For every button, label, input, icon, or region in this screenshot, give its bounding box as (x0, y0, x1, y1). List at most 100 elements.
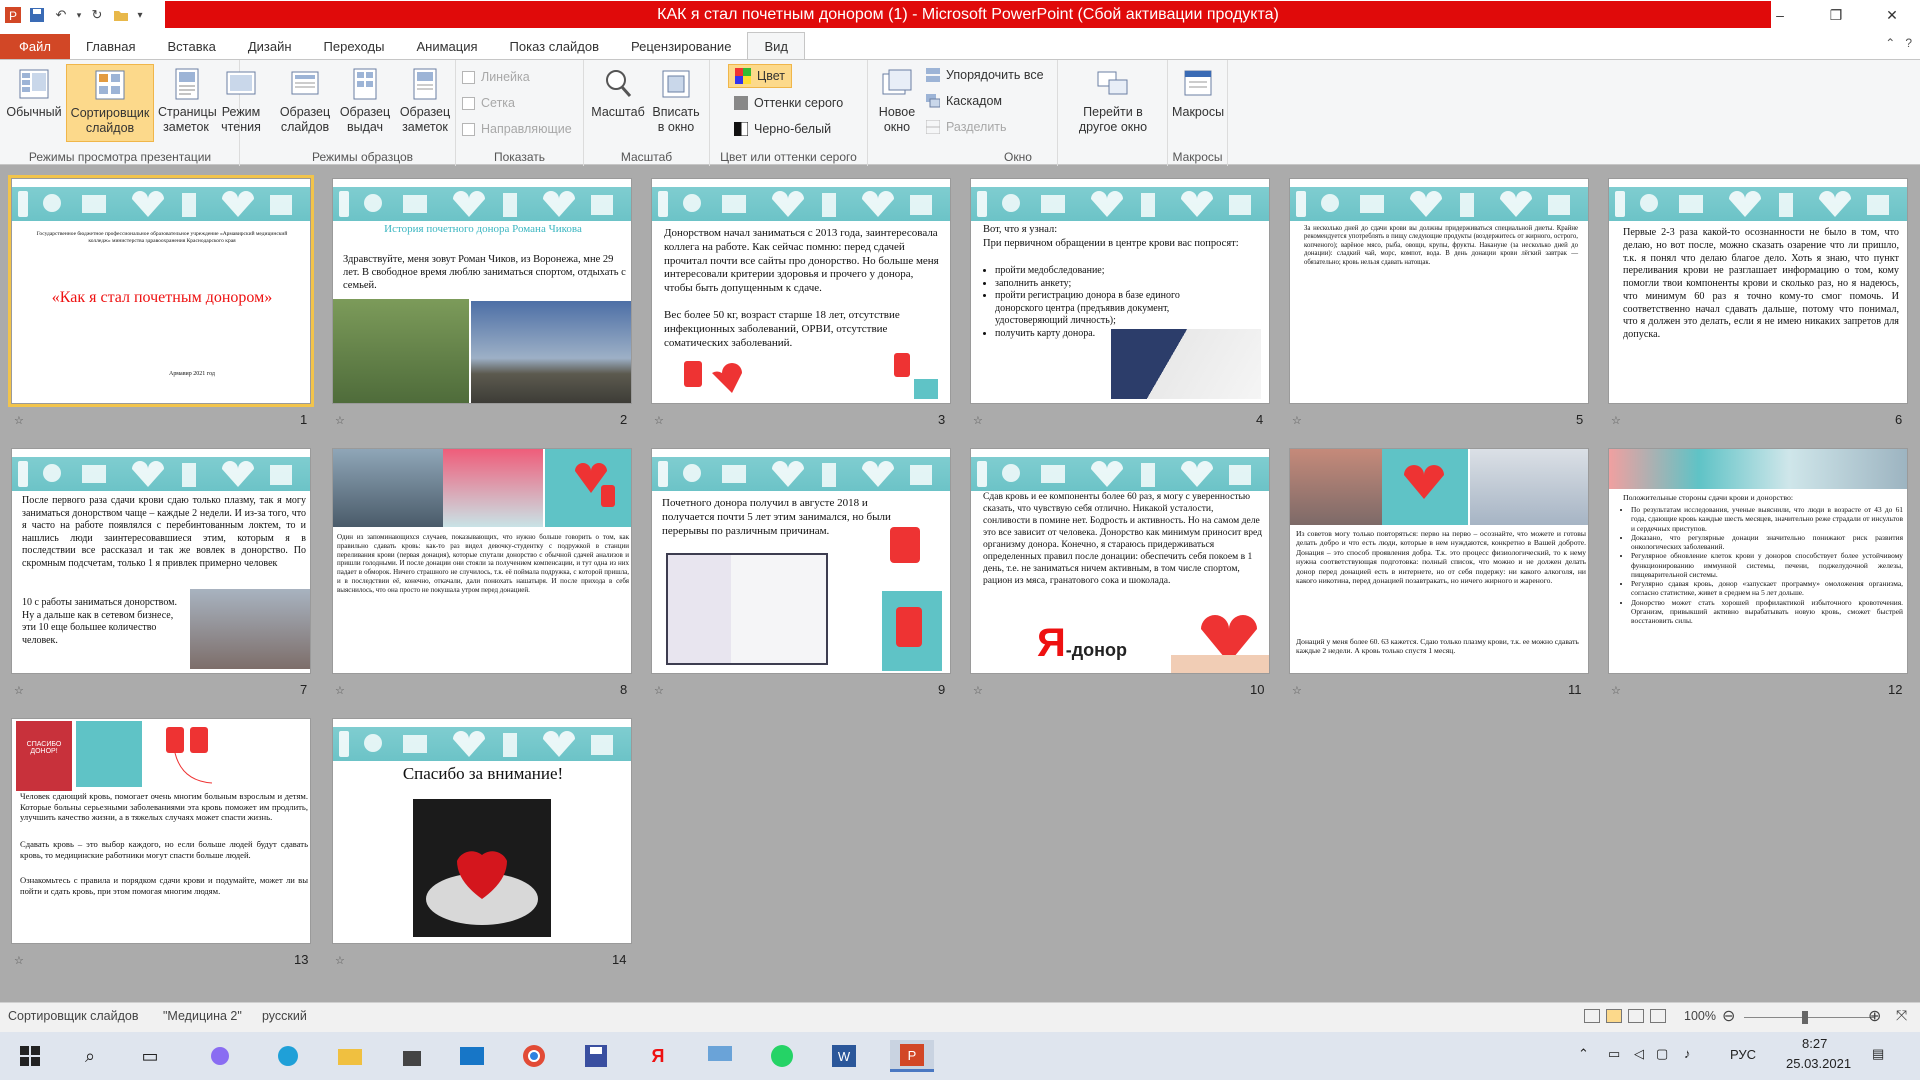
chrome-icon[interactable] (518, 1040, 550, 1072)
slide-thumbnail-12[interactable]: Положительные стороны сдачи крови и доно… (1608, 448, 1908, 674)
tab-transitions[interactable]: Переходы (308, 34, 401, 60)
slide-thumbnail-3[interactable]: Донорством начал заниматься с 2013 года,… (651, 178, 951, 404)
slide-master-button[interactable]: Образец слайдов (276, 64, 334, 142)
undo-icon[interactable]: ↶ (50, 4, 72, 26)
fit-to-window-button[interactable]: Вписать в окно (648, 64, 704, 142)
slide-9-transition-icon: ☆ (654, 685, 664, 697)
save-app-icon[interactable] (580, 1040, 612, 1072)
tray-network-icon[interactable]: ▭ (1608, 1046, 1620, 1062)
clock-time[interactable]: 8:27 (1802, 1036, 1827, 1051)
task-view-icon[interactable]: ▭ (134, 1040, 166, 1072)
slide-thumbnail-8[interactable]: Один из запоминающихся случаев, показыва… (332, 448, 632, 674)
help-icon[interactable]: ? (1905, 36, 1912, 50)
tray-expand-icon[interactable]: ⌃ (1578, 1046, 1589, 1062)
clock-date[interactable]: 25.03.2021 (1786, 1056, 1851, 1071)
zoom-out-icon[interactable]: ⊖ (1722, 1006, 1735, 1026)
grayscale-button[interactable]: Оттенки серого (734, 92, 843, 114)
tab-animation[interactable]: Анимация (401, 34, 494, 60)
powerpoint-taskbar-icon[interactable]: P (890, 1040, 934, 1072)
medical-banner-art (658, 191, 932, 217)
macros-button[interactable]: Макросы (1170, 64, 1226, 142)
black-white-button[interactable]: Черно-белый (734, 118, 831, 140)
close-button[interactable]: ✕ (1864, 0, 1920, 30)
notes-page-button[interactable]: Страницы заметок (156, 64, 217, 142)
slide-thumbnail-9[interactable]: Почетного донора получил в августе 2018 … (651, 448, 951, 674)
guides-checkbox[interactable]: Направляющие (462, 118, 572, 140)
tray-speaker-icon[interactable]: ♪ (1684, 1046, 1691, 1061)
switch-window-button[interactable]: Перейти в другое окно (1068, 64, 1158, 142)
mail-icon[interactable] (456, 1040, 488, 1072)
minimize-button[interactable]: – (1752, 0, 1808, 30)
maximize-button[interactable]: ❐ (1808, 0, 1864, 30)
new-window-button[interactable]: Новое окно (874, 64, 920, 142)
slide-thumbnail-13[interactable]: СПАСИБО ДОНОР! Человек сдающий кровь, по… (11, 718, 311, 944)
input-language[interactable]: РУС (1730, 1047, 1756, 1062)
slide-thumbnail-10[interactable]: Сдав кровь и ее компоненты более 60 раз,… (970, 448, 1270, 674)
file-explorer-icon[interactable] (334, 1040, 366, 1072)
tab-insert[interactable]: Вставка (151, 34, 231, 60)
handout-master-button[interactable]: Образец выдач (336, 64, 394, 142)
minimize-ribbon-icon[interactable]: ⌃ (1885, 36, 1895, 50)
cascade-button[interactable]: Каскадом (926, 90, 1002, 112)
normal-view-button[interactable]: Обычный (4, 64, 64, 142)
edge-icon[interactable] (272, 1040, 304, 1072)
donors-photo (333, 449, 443, 527)
open-icon[interactable] (110, 4, 132, 26)
normal-view-status-icon[interactable] (1584, 1009, 1600, 1023)
grid-checkbox[interactable]: Сетка (462, 92, 515, 114)
computer-icon[interactable] (704, 1040, 736, 1072)
notes-master-icon (413, 68, 437, 100)
save-icon[interactable] (26, 4, 48, 26)
slide-thumbnail-7[interactable]: После первого раза сдачи крови сдаю толь… (11, 448, 311, 674)
store-icon[interactable] (396, 1040, 428, 1072)
windows-start-icon[interactable] (14, 1040, 46, 1072)
redo-icon[interactable]: ↻ (86, 4, 108, 26)
slide-sorter-button[interactable]: Сортировщик слайдов (66, 64, 154, 142)
notes-master-button[interactable]: Образец заметок (396, 64, 454, 142)
slide-5-transition-icon: ☆ (1292, 415, 1302, 427)
whatsapp-icon[interactable] (766, 1040, 798, 1072)
tab-home[interactable]: Главная (70, 34, 151, 60)
slide-thumbnail-1[interactable]: Государственное бюджетное профессиональн… (8, 175, 314, 407)
yandex-browser-icon[interactable]: Я (642, 1040, 674, 1072)
notifications-icon[interactable]: ▤ (1872, 1046, 1884, 1062)
arrange-all-button[interactable]: Упорядочить все (926, 64, 1044, 86)
sorter-view-status-icon[interactable] (1606, 1009, 1622, 1023)
tray-volume-icon[interactable]: ◁ (1634, 1046, 1644, 1062)
zoom-percent[interactable]: 100% (1684, 1009, 1716, 1023)
zoom-button[interactable]: Масштаб (591, 64, 645, 142)
medical-banner-art (1615, 191, 1889, 217)
reading-view-button[interactable]: Режим чтения (216, 64, 266, 142)
tab-view[interactable]: Вид (747, 32, 805, 60)
slide-thumbnail-11[interactable]: Из советов могу только повторяться: перв… (1289, 448, 1589, 674)
fit-slide-icon[interactable]: ⤧ (1896, 1007, 1907, 1024)
customize-qat-icon[interactable]: ▾ (134, 4, 146, 26)
zoom-in-icon[interactable]: ⊕ (1868, 1006, 1881, 1026)
tab-design[interactable]: Дизайн (232, 34, 308, 60)
tab-slideshow[interactable]: Показ слайдов (494, 34, 616, 60)
tray-device-icon[interactable]: ▢ (1656, 1046, 1668, 1062)
split-button[interactable]: Разделить (926, 116, 1007, 138)
tab-file[interactable]: Файл (0, 34, 70, 60)
slide-thumbnail-6[interactable]: Первые 2-3 раза какой-то осознанности не… (1608, 178, 1908, 404)
slide-thumbnail-4[interactable]: Вот, что я узнал: При первичном обращени… (970, 178, 1270, 404)
slide-thumbnail-2[interactable]: История почетного донора Романа Чикова З… (332, 178, 632, 404)
ruler-checkbox[interactable]: Линейка (462, 66, 530, 88)
reading-view-status-icon[interactable] (1628, 1009, 1644, 1023)
word-icon[interactable]: W (828, 1040, 860, 1072)
slide-3-text: Донорством начал заниматься с 2013 года,… (664, 227, 939, 294)
powerpoint-icon[interactable]: P (2, 4, 24, 26)
status-language[interactable]: русский (262, 1009, 307, 1023)
zoom-slider[interactable] (1744, 1017, 1874, 1018)
color-button[interactable]: Цвет (728, 64, 793, 88)
undo-dropdown-icon[interactable]: ▾ (74, 4, 84, 26)
slide-thumbnail-5[interactable]: За несколько дней до сдачи крови вы долж… (1289, 178, 1589, 404)
slide-thumbnail-14[interactable]: Спасибо за внимание! (332, 718, 632, 944)
slide-7-number: 7 (300, 682, 308, 697)
cortana-icon[interactable] (204, 1040, 236, 1072)
slide-2-transition-icon: ☆ (335, 415, 345, 427)
zoom-slider-thumb[interactable] (1802, 1011, 1808, 1024)
search-icon[interactable]: ⌕ (74, 1040, 106, 1072)
slideshow-view-status-icon[interactable] (1650, 1009, 1666, 1023)
tab-review[interactable]: Рецензирование (615, 34, 747, 60)
